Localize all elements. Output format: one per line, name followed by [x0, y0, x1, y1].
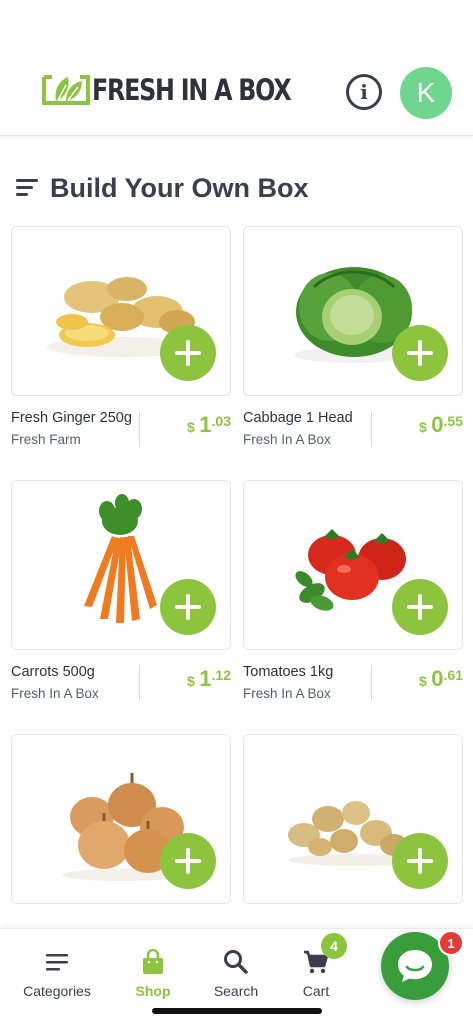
product-info: Tomatoes 1kg Fresh In A Box $ 0.61 — [243, 664, 463, 712]
product-image[interactable] — [11, 734, 231, 904]
menu-icon — [12, 947, 102, 977]
brand-logo[interactable]: FRESH IN A BOX — [42, 72, 334, 108]
product-card[interactable]: Carrots 500g Fresh In A Box $ 1.12 — [11, 480, 231, 712]
home-indicator — [152, 1008, 322, 1014]
price-fraction: .12 — [211, 667, 231, 683]
leaf-box-icon — [42, 75, 90, 105]
divider — [371, 412, 372, 446]
add-to-box-button[interactable] — [392, 833, 448, 889]
product-card[interactable]: Tomatoes 1kg Fresh In A Box $ 0.61 — [243, 480, 463, 712]
page-title: Build Your Own Box — [50, 172, 309, 203]
price-currency: $ — [419, 673, 427, 689]
product-image[interactable] — [243, 226, 463, 396]
tab-label: Search — [213, 983, 259, 999]
divider — [139, 666, 140, 700]
product-vendor: Fresh Farm — [11, 432, 81, 447]
tab-label: Shop — [135, 983, 171, 999]
add-to-box-button[interactable] — [160, 579, 216, 635]
price-fraction: .03 — [211, 413, 231, 429]
product-image[interactable] — [11, 226, 231, 396]
product-info: Fresh Ginger 250g Fresh Farm $ 1.03 — [11, 410, 231, 458]
product-image[interactable] — [11, 480, 231, 650]
product-card[interactable]: Cabbage 1 Head Fresh In A Box $ 0.55 — [243, 226, 463, 458]
price-currency: $ — [419, 419, 427, 435]
price-whole: 1 — [199, 412, 212, 437]
divider — [139, 412, 140, 446]
price-currency: $ — [187, 419, 195, 435]
product-card[interactable] — [11, 734, 231, 904]
product-info: Carrots 500g Fresh In A Box $ 1.12 — [11, 664, 231, 712]
tab-label: Cart — [302, 983, 330, 999]
price-currency: $ — [187, 673, 195, 689]
add-to-box-button[interactable] — [160, 325, 216, 381]
search-icon — [191, 947, 281, 977]
add-to-box-button[interactable] — [392, 579, 448, 635]
product-price: $ 1.12 — [187, 666, 231, 692]
price-whole: 0 — [431, 666, 444, 691]
product-name: Tomatoes 1kg — [243, 664, 334, 680]
product-info: Cabbage 1 Head Fresh In A Box $ 0.55 — [243, 410, 463, 458]
price-fraction: .61 — [443, 667, 463, 683]
product-vendor: Fresh In A Box — [11, 686, 99, 701]
divider — [371, 666, 372, 700]
brand-name: FRESH IN A BOX — [92, 73, 292, 107]
product-vendor: Fresh In A Box — [243, 432, 331, 447]
tab-cart[interactable]: 4 Cart — [271, 933, 361, 999]
price-whole: 1 — [199, 666, 212, 691]
product-price: $ 0.55 — [419, 412, 463, 438]
price-fraction: .55 — [443, 413, 463, 429]
shopping-bag-icon — [108, 947, 198, 977]
tab-shop[interactable]: Shop — [108, 947, 198, 999]
add-to-box-button[interactable] — [392, 325, 448, 381]
page-title-row: Build Your Own Box — [16, 170, 309, 206]
tab-label: Categories — [23, 983, 91, 999]
chat-notification-badge: 1 — [438, 930, 464, 956]
product-price: $ 1.03 — [187, 412, 231, 438]
product-name: Fresh Ginger 250g — [11, 410, 132, 426]
product-name: Carrots 500g — [11, 664, 95, 680]
info-button[interactable]: i — [346, 74, 382, 110]
filter-icon[interactable] — [16, 179, 38, 197]
avatar-initial: K — [416, 77, 436, 108]
product-image[interactable] — [243, 480, 463, 650]
price-whole: 0 — [431, 412, 444, 437]
tab-categories[interactable]: Categories — [12, 947, 102, 999]
product-image[interactable] — [243, 734, 463, 904]
cart-count-badge: 4 — [321, 933, 347, 959]
product-vendor: Fresh In A Box — [243, 686, 331, 701]
chat-bubble-icon — [398, 950, 432, 982]
product-price: $ 0.61 — [419, 666, 463, 692]
product-name: Cabbage 1 Head — [243, 410, 353, 426]
add-to-box-button[interactable] — [160, 833, 216, 889]
product-card[interactable]: Fresh Ginger 250g Fresh Farm $ 1.03 — [11, 226, 231, 458]
info-icon: i — [360, 80, 368, 104]
avatar[interactable]: K — [400, 67, 452, 119]
app-header: FRESH IN A BOX i K — [0, 40, 473, 136]
product-card[interactable] — [243, 734, 463, 904]
cart-icon: 4 — [271, 933, 361, 977]
tab-search[interactable]: Search — [191, 947, 281, 999]
